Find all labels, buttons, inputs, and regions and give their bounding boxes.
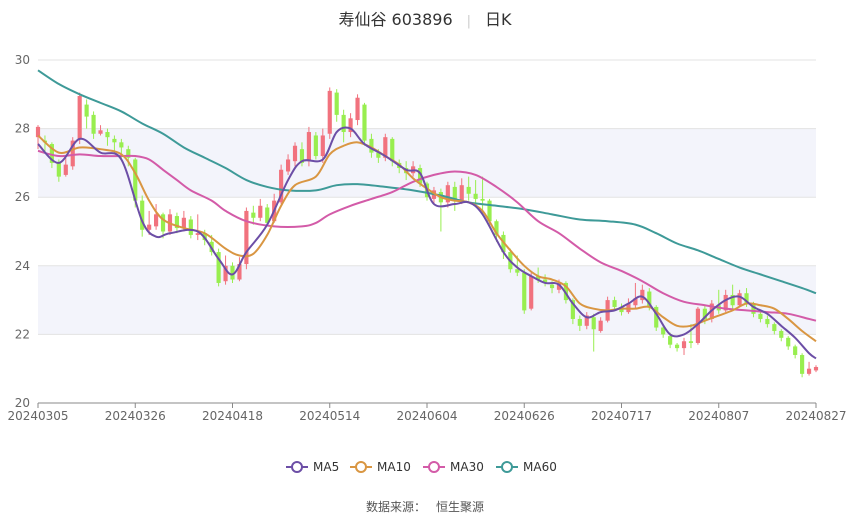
candle-body	[577, 318, 582, 326]
candle-body	[737, 293, 742, 306]
candle-body	[591, 317, 596, 330]
candle-body	[105, 132, 110, 138]
candle-body	[188, 219, 193, 235]
candle-body	[112, 138, 117, 143]
x-tick-label: 20240807	[688, 409, 749, 423]
candle-body	[765, 318, 770, 325]
legend-marker-ma30	[428, 461, 440, 473]
x-tick-label: 20240418	[202, 409, 263, 423]
legend-label-ma30: MA30	[450, 460, 484, 474]
y-tick-label: 20	[15, 396, 30, 410]
candle-body	[258, 205, 263, 218]
candle-body	[77, 96, 82, 139]
candle-body	[390, 138, 395, 162]
y-axis: 20 22 24 26 28 30	[15, 53, 30, 410]
candle-body	[459, 185, 464, 201]
candle-body	[355, 97, 360, 121]
y-tick-label: 22	[15, 327, 30, 341]
candle-body	[341, 114, 346, 133]
x-tick-label: 20240326	[105, 409, 166, 423]
candle-body	[688, 341, 694, 343]
candle-body	[292, 145, 298, 162]
x-axis: 20240305 20240326 20240418 20240514 20240604…	[7, 402, 847, 423]
x-tick-label: 20240514	[299, 409, 360, 423]
legend-label-ma5: MA5	[313, 460, 339, 474]
candle-body	[327, 90, 332, 134]
candle-body	[98, 130, 103, 134]
candle-body	[119, 142, 124, 148]
candle-body	[334, 92, 339, 115]
grid-lines	[38, 59, 816, 404]
candle-body	[56, 162, 61, 177]
y-tick-label: 28	[15, 122, 30, 136]
candle-body	[147, 224, 152, 230]
y-tick-label: 26	[15, 190, 30, 204]
source-value: 恒生聚源	[436, 500, 485, 514]
candle-body	[529, 276, 534, 309]
candle-body	[612, 300, 617, 307]
candle-body	[84, 104, 89, 117]
chart-stage: 寿仙谷 603896 | 日K 20 22 24 26 28 30 20240305 20240…	[0, 0, 850, 517]
candle-body	[549, 284, 555, 289]
data-source: 数据来源： 恒生聚源	[0, 498, 850, 515]
kline-chart: 202224262830 20240305 20240326 20240418 202…	[7, 53, 847, 474]
candle-body	[480, 198, 485, 201]
candle-body	[320, 135, 325, 157]
legend: MA5 MA10 MA30 MA60	[286, 460, 557, 474]
candle-body	[772, 324, 777, 331]
legend-label-ma10: MA10	[377, 460, 411, 474]
candle-body	[681, 341, 687, 349]
candle-body	[251, 212, 256, 218]
candle-body	[362, 104, 367, 141]
candle-body	[806, 368, 812, 374]
legend-marker-ma10	[355, 461, 367, 473]
y-tick-label: 24	[15, 259, 30, 273]
legend-marker-ma60	[501, 461, 513, 473]
candle-body	[793, 346, 798, 355]
x-tick-label: 20240604	[396, 409, 457, 423]
y-tick-label: 30	[15, 53, 30, 67]
candle-body	[758, 313, 763, 319]
legend-marker-ma5	[291, 461, 303, 473]
candle-body	[786, 337, 791, 347]
candle-body	[522, 272, 527, 311]
legend-label-ma60: MA60	[523, 460, 557, 474]
candle-body	[800, 354, 805, 374]
candle-body	[285, 159, 291, 172]
candle-body	[674, 344, 680, 349]
x-tick-label: 20240626	[494, 409, 555, 423]
x-tick-label: 20240717	[591, 409, 652, 423]
candle-body	[598, 320, 603, 331]
candle-body	[779, 330, 784, 338]
source-label: 数据来源：	[365, 500, 426, 514]
x-tick-label: 20240305	[7, 409, 68, 423]
candle-body	[181, 217, 186, 229]
candle-body	[154, 214, 159, 227]
candle-body	[313, 135, 318, 157]
x-tick-label: 20240827	[785, 409, 846, 423]
candle-body	[306, 132, 311, 162]
candle-body	[466, 186, 471, 194]
candle-body	[473, 193, 478, 199]
candle-body	[813, 366, 819, 371]
candle-body	[668, 336, 673, 345]
candle-body	[91, 114, 96, 134]
candle-body	[63, 164, 68, 175]
